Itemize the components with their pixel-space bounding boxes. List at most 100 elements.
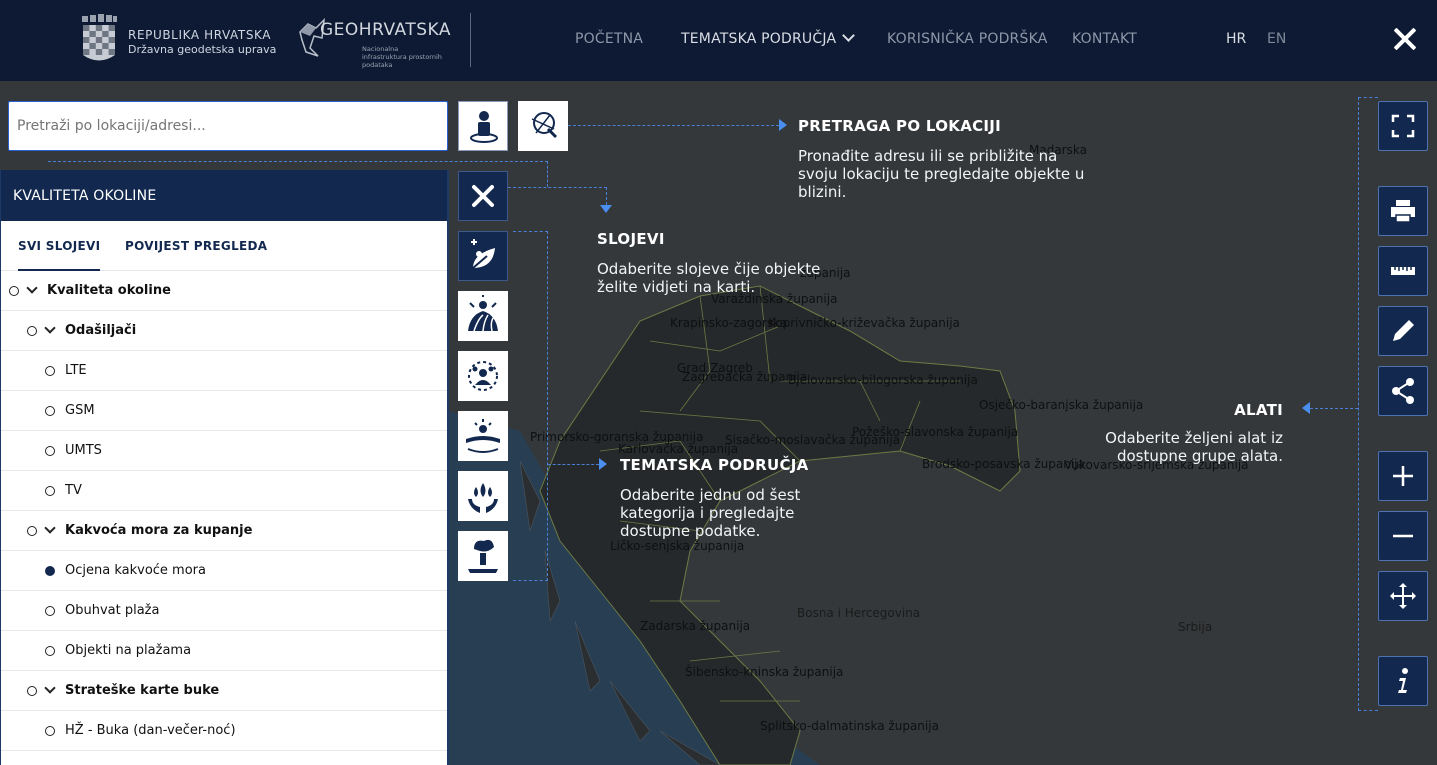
info-button[interactable] xyxy=(1378,656,1428,706)
field-icon xyxy=(468,295,498,332)
radio-icon[interactable] xyxy=(45,726,55,736)
dgu-logo[interactable]: REPUBLIKA HRVATSKA Državna geodetska upr… xyxy=(80,14,276,62)
radio-icon[interactable] xyxy=(45,646,55,656)
zoom-in-button[interactable] xyxy=(1378,451,1428,501)
radio-icon[interactable] xyxy=(27,326,37,336)
chevron-down-icon[interactable] xyxy=(44,522,56,534)
tree-label: Kakvoća mora za kupanje xyxy=(65,523,253,538)
map-label: Bjelovarsko-bilogorska županija xyxy=(788,373,978,387)
close-icon xyxy=(472,185,494,207)
fullscreen-button[interactable] xyxy=(1378,101,1428,151)
pointer-globe-icon xyxy=(531,112,558,139)
map-label: Šibensko-kninska županija xyxy=(685,665,844,679)
tree-label: HŽ - Buka (dan-večer-noć) xyxy=(65,723,236,738)
tree-group-row[interactable]: Odašiljači xyxy=(1,311,447,351)
draw-button[interactable] xyxy=(1378,306,1428,356)
guide-line xyxy=(48,161,548,162)
tip-themes-text: Odaberite jednu od šest kategorija i pre… xyxy=(620,486,801,540)
person-location-icon xyxy=(470,111,498,143)
tip-layers-title: SLOJEVI xyxy=(597,230,665,248)
arrow-right-icon xyxy=(779,119,787,131)
guide-line xyxy=(568,125,779,126)
zoom-in-icon xyxy=(1393,466,1413,486)
tip-layers: SLOJEVI Odaberite slojeve čije objekte ž… xyxy=(597,230,822,296)
theme-button-landscape[interactable] xyxy=(458,411,508,461)
top-navigation-bar: REPUBLIKA HRVATSKA Državna geodetska upr… xyxy=(0,0,1437,81)
map-label: Srbija xyxy=(1178,620,1213,634)
radio-icon[interactable] xyxy=(45,486,55,496)
tab-povijest-pregleda[interactable]: POVIJEST PREGLEDA xyxy=(125,239,267,253)
theme-button-environment[interactable] xyxy=(458,531,508,581)
chevron-down-icon[interactable] xyxy=(44,682,56,694)
tree-layer-row[interactable]: LTE xyxy=(1,351,447,391)
map-label: Koprivničko-križevačka županija xyxy=(768,316,960,330)
print-button[interactable] xyxy=(1378,186,1428,236)
geohrvatska-logo[interactable]: GEOHRVATSKA Nacionalna infrastruktura pr… xyxy=(298,16,468,69)
chevron-down-icon[interactable] xyxy=(44,322,56,334)
people-icon xyxy=(468,361,498,391)
edit-icon xyxy=(1393,320,1414,341)
tree-layer-row[interactable]: TV xyxy=(1,471,447,511)
tree-label: GSM xyxy=(65,403,95,418)
lang-en[interactable]: EN xyxy=(1267,31,1286,47)
my-location-button[interactable] xyxy=(458,101,508,151)
panel-tabs: SVI SLOJEVI POVIJEST PREGLEDA xyxy=(1,221,447,271)
location-search-input[interactable] xyxy=(8,101,448,151)
tree-label: UMTS xyxy=(65,443,102,458)
coat-of-arms-icon xyxy=(82,14,117,61)
tree-layer-row[interactable]: HŽ - Buka (dan-večer-noć) xyxy=(1,711,447,751)
theme-button-agriculture[interactable] xyxy=(458,291,508,341)
nav-pocetna[interactable]: POČETNA xyxy=(575,31,643,47)
theme-button-nature[interactable] xyxy=(458,471,508,521)
nav-korisnicka-podrska[interactable]: KORISNIČKA PODRŠKA xyxy=(887,31,1048,47)
tip-themes: TEMATSKA PODRUČJA Odaberite jednu od šes… xyxy=(620,456,820,540)
measure-button[interactable] xyxy=(1378,246,1428,296)
tree-label: TV xyxy=(65,483,82,498)
tree-layer-row[interactable]: UMTS xyxy=(1,431,447,471)
tip-location-text: Pronađite adresu ili se približite na sv… xyxy=(798,147,1085,201)
nav-tematska-label: TEMATSKA PODRUČJA xyxy=(681,31,837,47)
nav-kontakt[interactable]: KONTAKT xyxy=(1072,31,1137,47)
tree-label: Obuhvat plaža xyxy=(65,603,160,618)
radio-icon[interactable] xyxy=(9,286,19,296)
tree-layer-row[interactable]: Ocjena kakvoće mora xyxy=(1,551,447,591)
nav-tematska-podrucja[interactable]: TEMATSKA PODRUČJA xyxy=(681,29,856,47)
radio-icon[interactable] xyxy=(45,606,55,616)
tip-themes-title: TEMATSKA PODRUČJA xyxy=(620,456,809,474)
org-name: REPUBLIKA HRVATSKA xyxy=(128,28,272,42)
tab-svi-slojevi[interactable]: SVI SLOJEVI xyxy=(18,239,101,271)
radio-icon[interactable] xyxy=(27,526,37,536)
radio-selected-icon[interactable] xyxy=(45,566,55,576)
guide-line xyxy=(508,187,607,188)
radio-icon[interactable] xyxy=(45,446,55,456)
arrow-left-icon xyxy=(1302,402,1310,414)
pan-button[interactable] xyxy=(1378,571,1428,621)
tip-location-title: PRETRAGA PO LOKACIJI xyxy=(798,117,1002,135)
factory-icon xyxy=(468,539,498,573)
tree-group-row[interactable]: Kvaliteta okoline xyxy=(1,271,447,311)
close-panel-button[interactable] xyxy=(458,171,508,221)
zoom-out-button[interactable] xyxy=(1378,511,1428,561)
share-button[interactable] xyxy=(1378,366,1428,416)
close-icon[interactable] xyxy=(1388,22,1422,56)
tree-group-row[interactable]: Strateške karte buke xyxy=(1,671,447,711)
tree-layer-row[interactable]: Objekti na plažama xyxy=(1,631,447,671)
chevron-down-icon[interactable] xyxy=(26,282,38,294)
header-divider xyxy=(470,13,471,67)
tree-label: Strateške karte buke xyxy=(65,683,220,698)
tree-label: Objekti na plažama xyxy=(65,643,192,658)
tree-layer-row[interactable]: Obuhvat plaža xyxy=(1,591,447,631)
tree-group-row[interactable]: Kakvoća mora za kupanje xyxy=(1,511,447,551)
point-search-button[interactable] xyxy=(518,101,568,151)
portal-name: GEOHRVATSKA xyxy=(320,20,451,40)
org-subname: Državna geodetska uprava xyxy=(128,43,277,56)
theme-button-population[interactable] xyxy=(458,351,508,401)
tree-layer-row[interactable]: GSM xyxy=(1,391,447,431)
radio-icon[interactable] xyxy=(45,366,55,376)
radio-icon[interactable] xyxy=(27,686,37,696)
radio-icon[interactable] xyxy=(45,406,55,416)
map-label: Požeško-slavonska županija xyxy=(852,425,1019,439)
map-label: Ličko-senjska županija xyxy=(610,539,745,553)
theme-button-water[interactable] xyxy=(458,231,508,281)
lang-hr[interactable]: HR xyxy=(1226,31,1246,47)
